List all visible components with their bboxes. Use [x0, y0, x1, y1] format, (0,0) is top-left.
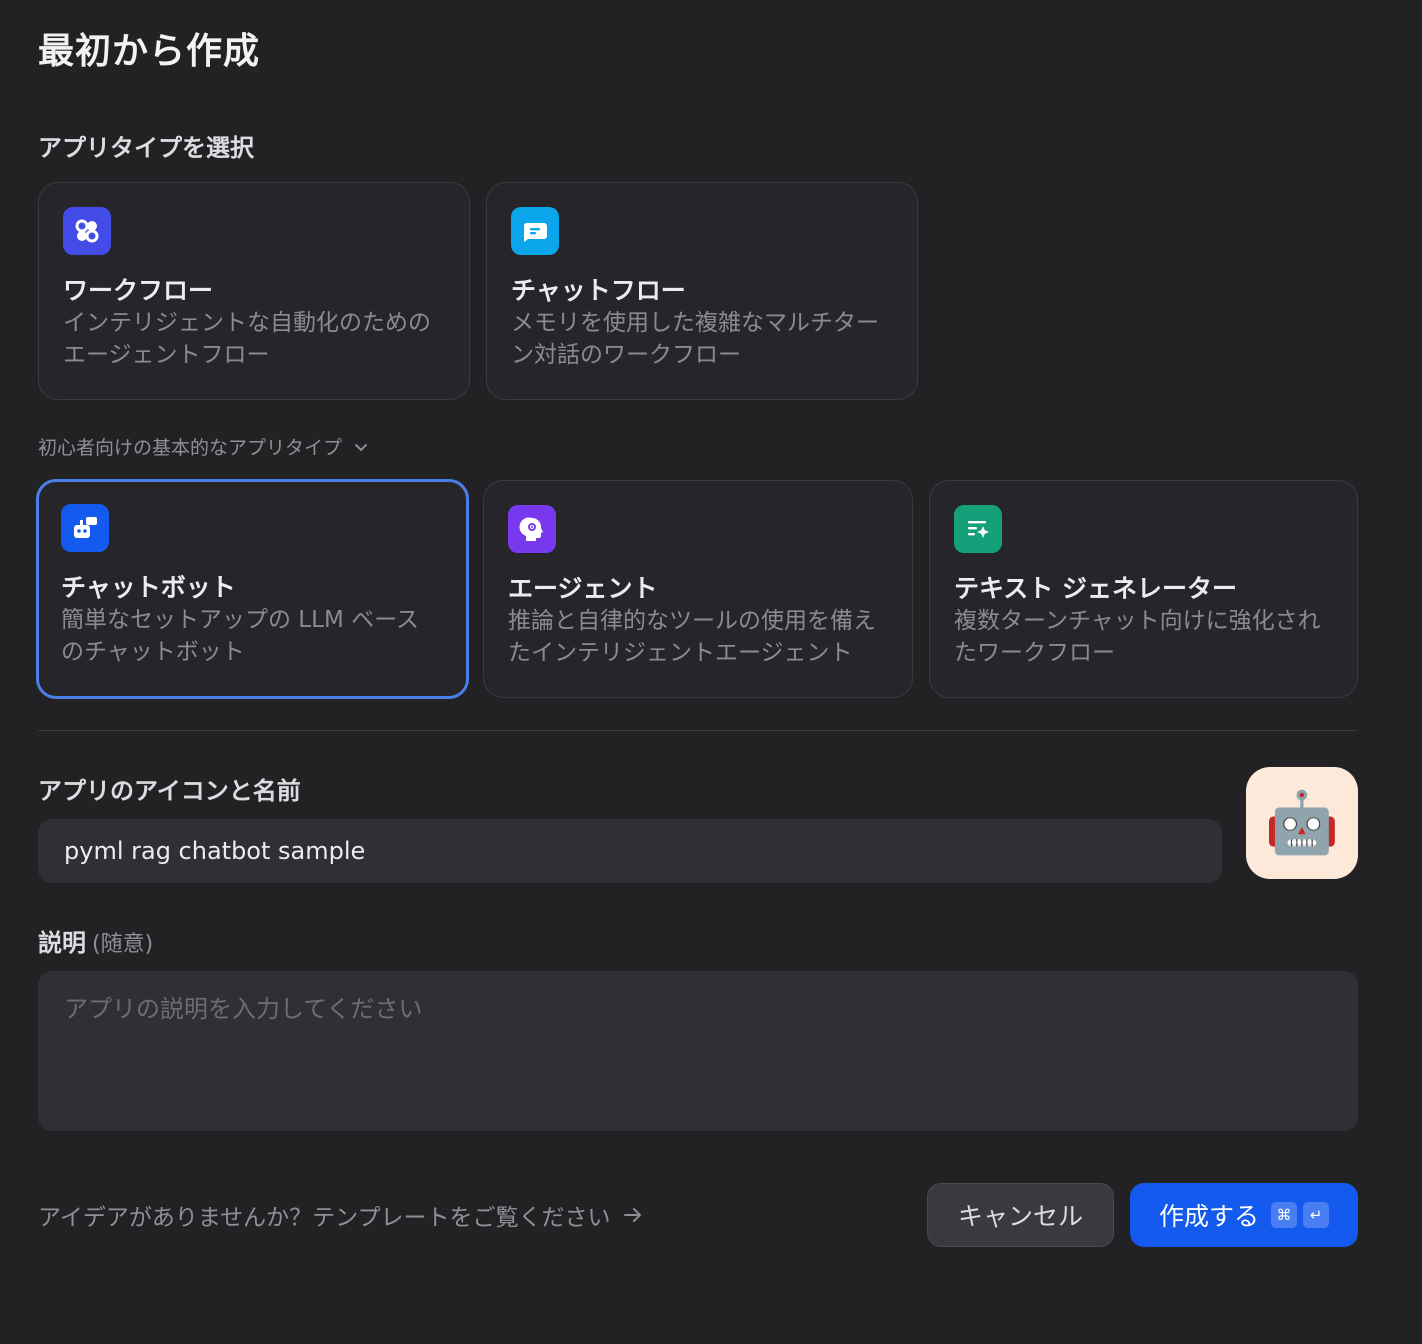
app-type-chatflow[interactable]: チャットフロー メモリを使用した複雑なマルチターン対話のワークフロー: [486, 182, 918, 400]
app-name-input[interactable]: [38, 819, 1222, 883]
app-type-name: チャットボット: [61, 573, 236, 602]
chatbot-icon: [61, 504, 109, 552]
app-type-chatbot[interactable]: チャットボット 簡単なセットアップの LLM ベースのチャットボット: [36, 479, 469, 699]
shortcut-hint: ⌘ ↵: [1271, 1202, 1329, 1228]
app-type-desc: メモリを使用した複雑なマルチターン対話のワークフロー: [511, 310, 879, 368]
workflow-icon: [63, 207, 111, 255]
app-type-name: エージェント: [508, 574, 658, 603]
template-link[interactable]: アイデアがありませんか？テンプレートをご覧ください: [38, 1198, 644, 1232]
basic-types-toggle[interactable]: 初心者向けの基本的なアプリタイプ: [38, 433, 370, 460]
app-type-desc: インテリジェントな自動化のためのエージェントフロー: [63, 310, 431, 368]
chatflow-icon: [511, 207, 559, 255]
app-type-section-label: アプリタイプを選択: [38, 134, 254, 162]
app-type-name: ワークフロー: [63, 276, 214, 305]
description-section-label: 説明 (随意): [38, 923, 153, 958]
name-section-label: アプリのアイコンと名前: [38, 777, 301, 805]
app-description-input[interactable]: [38, 971, 1358, 1131]
enter-key-icon: ↵: [1303, 1202, 1329, 1228]
description-label: 説明: [38, 929, 86, 957]
app-type-workflow[interactable]: ワークフロー インテリジェントな自動化のためのエージェントフロー: [38, 182, 470, 400]
app-type-name: テキスト ジェネレーター: [954, 574, 1237, 603]
app-type-name: チャットフロー: [511, 276, 686, 305]
basic-types-toggle-label: 初心者向けの基本的なアプリタイプ: [38, 437, 343, 459]
text-generator-icon: [954, 505, 1002, 553]
app-type-desc: 推論と自律的なツールの使用を備えたインテリジェントエージェント: [508, 608, 876, 666]
chevron-down-icon: [355, 443, 368, 451]
create-button-label: 作成する: [1158, 1202, 1259, 1231]
divider: [38, 730, 1358, 731]
app-type-desc: 簡単なセットアップの LLM ベースのチャットボット: [61, 607, 419, 665]
app-type-text-generator[interactable]: テキスト ジェネレーター 複数ターンチャット向けに強化されたワークフロー: [929, 480, 1358, 698]
page-title: 最初から作成: [38, 31, 261, 72]
arrow-right-icon: [624, 1208, 642, 1222]
app-type-agent[interactable]: エージェント 推論と自律的なツールの使用を備えたインテリジェントエージェント: [483, 480, 913, 698]
cmd-key-icon: ⌘: [1271, 1202, 1297, 1228]
robot-icon: 🤖: [1264, 788, 1340, 858]
app-type-desc: 複数ターンチャット向けに強化されたワークフロー: [954, 608, 1321, 666]
app-icon-picker[interactable]: 🤖: [1246, 767, 1358, 879]
cancel-button[interactable]: キャンセル: [927, 1183, 1114, 1247]
template-link-label: アイデアがありませんか？テンプレートをご覧ください: [38, 1205, 611, 1231]
create-button[interactable]: 作成する ⌘ ↵: [1130, 1183, 1358, 1247]
agent-icon: [508, 505, 556, 553]
optional-label: (随意): [92, 932, 154, 957]
